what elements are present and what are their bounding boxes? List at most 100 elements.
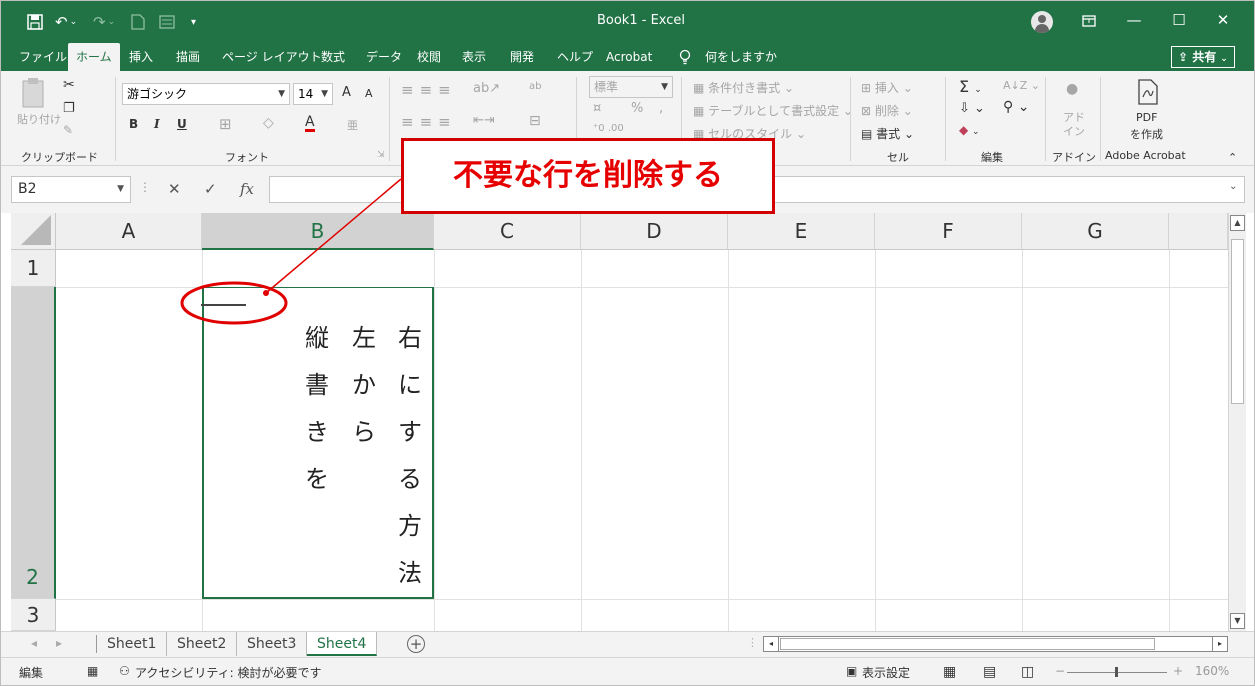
bold-button[interactable]: B (129, 117, 138, 131)
zoom-slider-thumb[interactable] (1115, 667, 1118, 677)
sheet-tab-1[interactable]: Sheet1 (97, 632, 168, 656)
select-all-button[interactable] (11, 213, 56, 250)
tell-me-search[interactable]: 何をしますか (705, 43, 777, 71)
worksheet-grid[interactable]: A B C D E F G 1 2 3 右にする方法 左から 縦書きを (11, 213, 1228, 631)
column-header-a[interactable]: A (56, 213, 202, 250)
addins-icon[interactable]: ● (1066, 81, 1078, 97)
cut-icon[interactable]: ✂ (63, 77, 75, 93)
wrap-text-button[interactable]: ab (529, 81, 541, 92)
font-size-select[interactable]: 14 ▼ (293, 83, 333, 105)
column-header-next[interactable] (1169, 213, 1228, 250)
confirm-edit-button[interactable]: ✓ (204, 180, 217, 198)
customize-toolbar-icon[interactable]: ▾ (191, 11, 196, 33)
sort-filter-icon[interactable]: A↓Z ⌄ (1003, 79, 1040, 92)
dialog-launcher-icon[interactable]: ⇲ (377, 150, 385, 160)
phonetic-button[interactable]: 亜 (347, 117, 358, 133)
form-icon[interactable] (159, 11, 175, 33)
paste-button[interactable]: 貼り付け (17, 111, 61, 127)
column-header-d[interactable]: D (581, 213, 728, 250)
cancel-edit-button[interactable]: ✕ (168, 180, 181, 198)
format-as-table-button[interactable]: ▦ テーブルとして書式設定 ⌄ (693, 102, 853, 119)
merge-center-icon[interactable]: ⊟ (529, 113, 541, 129)
row-header-3[interactable]: 3 (11, 599, 56, 631)
horizontal-scrollbar[interactable]: ◂ ▸ (763, 636, 1228, 652)
scroll-down-icon[interactable]: ▼ (1230, 613, 1245, 629)
collapse-ribbon-icon[interactable]: ⌃ (1228, 151, 1237, 164)
scroll-up-icon[interactable]: ▲ (1230, 215, 1245, 231)
tab-developer[interactable]: 開発 (510, 43, 534, 71)
vertical-scroll-thumb[interactable] (1231, 239, 1244, 404)
prev-sheet-icon[interactable]: ◂ (31, 636, 37, 650)
row-header-2[interactable]: 2 (11, 287, 56, 599)
column-header-g[interactable]: G (1022, 213, 1169, 250)
share-button[interactable]: ⇪ 共有 ⌄ (1171, 46, 1235, 68)
tab-page-layout[interactable]: ページ レイアウト (222, 43, 322, 71)
underline-button[interactable]: U (177, 117, 187, 131)
tab-acrobat[interactable]: Acrobat (606, 43, 652, 71)
normal-view-icon[interactable]: ▦ (943, 664, 956, 680)
percent-button[interactable]: % (631, 101, 643, 116)
undo-icon[interactable]: ↶ ⌄ (55, 11, 77, 33)
page-break-view-icon[interactable]: ◫ (1021, 664, 1034, 680)
insert-function-button[interactable]: fx (240, 180, 254, 198)
horizontal-scroll-thumb[interactable] (780, 638, 1155, 650)
sheet-tab-4[interactable]: Sheet4 (307, 632, 378, 656)
accessibility-status[interactable]: アクセシビリティ: 検討が必要です (135, 664, 322, 681)
page-layout-view-icon[interactable]: ▤ (983, 664, 996, 680)
tab-draw[interactable]: 描画 (176, 43, 200, 71)
tab-help[interactable]: ヘルプ (557, 43, 593, 71)
currency-icon[interactable]: ¤ (593, 101, 601, 116)
indent-icons[interactable]: ⇤⇥ (473, 113, 495, 128)
row-header-1[interactable]: 1 (11, 250, 56, 287)
zoom-in-button[interactable]: + (1173, 664, 1183, 678)
borders-icon[interactable]: ⊞ (219, 115, 232, 133)
italic-button[interactable]: I (154, 117, 160, 131)
autosum-button[interactable]: Σ ⌄ (959, 77, 982, 96)
expand-formula-icon[interactable]: ⌄ (1229, 181, 1237, 192)
tab-review[interactable]: 校閲 (417, 43, 441, 71)
addins-button[interactable]: アド イン (1063, 111, 1085, 139)
display-settings-button[interactable]: 表示設定 (862, 664, 910, 681)
sheet-tab-3[interactable]: Sheet3 (237, 632, 308, 656)
sheet-tab-2[interactable]: Sheet2 (167, 632, 238, 656)
scroll-left-icon[interactable]: ◂ (763, 636, 779, 652)
format-cells-button[interactable]: ▤ 書式 ⌄ (861, 125, 914, 142)
fill-color-icon[interactable]: ◇ (263, 115, 274, 131)
copy-icon[interactable]: ❐ (63, 101, 75, 116)
grow-font-button[interactable]: A (342, 85, 351, 100)
next-sheet-icon[interactable]: ▸ (56, 636, 62, 650)
save-icon[interactable] (27, 11, 43, 33)
zoom-level[interactable]: 160% (1195, 664, 1229, 678)
find-select-icon[interactable]: ⚲ ⌄ (1003, 99, 1029, 115)
tab-home[interactable]: ホーム (68, 43, 120, 71)
ribbon-display-icon[interactable] (1077, 11, 1101, 33)
vertical-scrollbar[interactable]: ▲ ▼ (1228, 213, 1246, 631)
tab-split-grip-icon[interactable]: ⋮ (747, 636, 758, 649)
close-button[interactable]: ✕ (1211, 11, 1235, 33)
column-header-e[interactable]: E (728, 213, 875, 250)
zoom-out-button[interactable]: − (1055, 664, 1065, 678)
tab-data[interactable]: データ (366, 43, 402, 71)
number-format-select[interactable]: 標準 ▼ (589, 76, 673, 98)
pdf-icon[interactable] (1137, 79, 1159, 108)
tab-formulas[interactable]: 数式 (321, 43, 345, 71)
insert-cells-button[interactable]: ⊞ 挿入 ⌄ (861, 79, 913, 96)
minimize-button[interactable]: — (1122, 11, 1146, 33)
create-pdf-top[interactable]: PDF (1136, 111, 1157, 124)
delete-cells-button[interactable]: ⊠ 削除 ⌄ (861, 102, 913, 119)
conditional-format-button[interactable]: ▦ 条件付き書式 ⌄ (693, 79, 794, 96)
account-avatar-icon[interactable] (1031, 11, 1053, 33)
tab-view[interactable]: 表示 (462, 43, 486, 71)
new-file-icon[interactable] (131, 11, 145, 33)
align-top-icons[interactable]: ≡≡≡ (401, 81, 457, 99)
clear-icon[interactable]: ◆ ⌄ (959, 123, 980, 137)
macro-record-icon[interactable]: ▦ (87, 664, 98, 678)
format-painter-icon[interactable]: ✎ (63, 123, 73, 137)
create-pdf-bottom[interactable]: を作成 (1130, 126, 1163, 142)
maximize-button[interactable]: ☐ (1167, 11, 1191, 33)
column-header-c[interactable]: C (434, 213, 581, 250)
font-name-select[interactable]: 游ゴシック ▼ (122, 83, 290, 105)
name-box[interactable]: B2 ▼ (11, 176, 131, 203)
column-header-f[interactable]: F (875, 213, 1022, 250)
tab-file[interactable]: ファイル (19, 43, 67, 71)
